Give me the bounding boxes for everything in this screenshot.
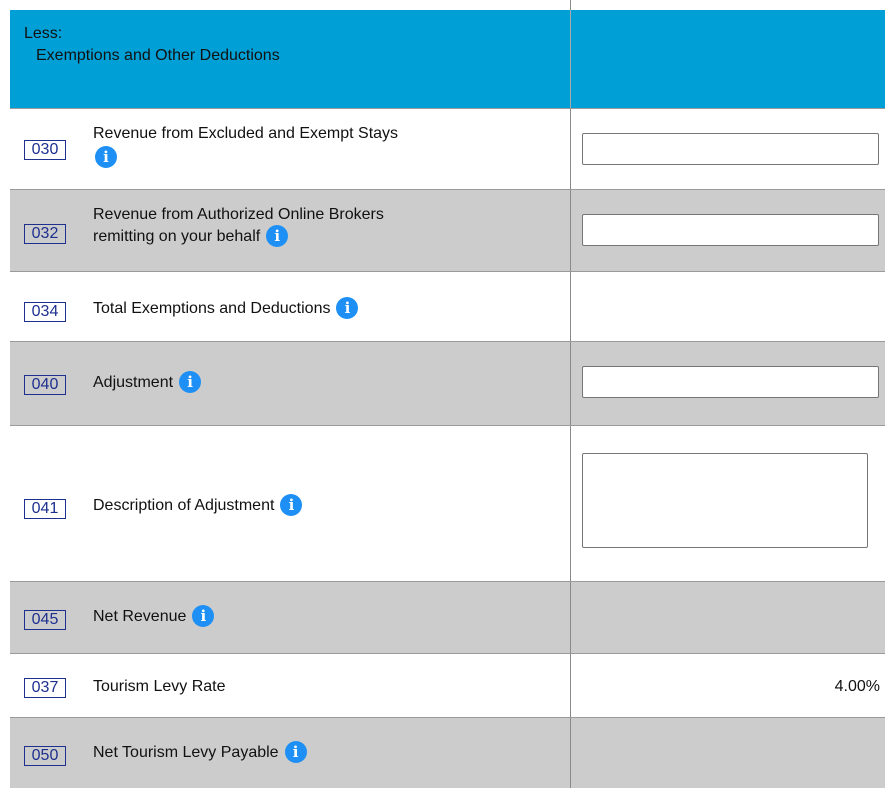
section-header: Less: Exemptions and Other Deductions [10,10,885,108]
online-brokers-revenue-input[interactable] [582,214,879,246]
column-divider [570,272,571,341]
line-code: 032 [24,224,66,244]
row-041: 041 Description of Adjustment i [10,425,885,581]
tourism-levy-rate-value: 4.00% [834,678,880,695]
row-label: Adjustment i [93,371,202,394]
column-divider [570,582,571,653]
row-label-text: Net Tourism Levy Payable [93,744,279,762]
row-label-line1: Revenue from Authorized Online Brokers [93,206,384,223]
info-icon[interactable]: i [336,297,359,319]
section-header-line2: Exemptions and Other Deductions [36,47,280,64]
row-label-text: Tourism Levy Rate [93,678,226,695]
row-045: 045 Net Revenue i [10,581,885,653]
row-label-text: Description of Adjustment [93,497,275,515]
info-icon[interactable]: i [179,371,202,393]
row-label: Revenue from Authorized Online Brokers r… [93,204,384,248]
column-divider [570,10,571,108]
row-label-text: Adjustment [93,374,174,392]
row-label: Revenue from Excluded and Exempt Stays i [93,123,398,169]
row-030: 030 Revenue from Excluded and Exempt Sta… [10,108,885,189]
info-icon[interactable]: i [280,494,303,516]
column-divider [570,109,571,189]
line-code: 050 [24,746,66,766]
line-code: 030 [24,140,66,160]
row-037: 037 Tourism Levy Rate 4.00% [10,653,885,717]
column-divider [570,718,571,788]
excluded-exempt-revenue-input[interactable] [582,133,879,165]
info-icon[interactable]: i [192,605,215,627]
line-code: 041 [24,499,66,519]
row-032: 032 Revenue from Authorized Online Broke… [10,189,885,271]
adjustment-input[interactable] [582,366,879,398]
row-label-text: Revenue from Excluded and Exempt Stays [93,125,399,142]
row-label: Description of Adjustment i [93,494,303,517]
row-label: Net Revenue i [93,605,215,628]
column-divider [570,342,571,425]
column-divider [570,190,571,271]
line-code: 040 [24,375,66,395]
row-label: Net Tourism Levy Payable i [93,741,307,764]
row-label: Tourism Levy Rate [93,676,226,698]
row-034: 034 Total Exemptions and Deductions i [10,271,885,341]
row-label-text: Net Revenue [93,608,187,626]
section-header-text: Less: Exemptions and Other Deductions [24,23,280,67]
column-divider [570,654,571,717]
row-040: 040 Adjustment i [10,341,885,425]
adjustment-description-textarea[interactable] [582,453,868,548]
row-label-line2: remitting on your behalf [93,228,261,246]
row-label: Total Exemptions and Deductions i [93,297,359,320]
line-code: 037 [24,678,66,698]
column-divider-top [570,0,571,10]
section-header-line1: Less: [24,25,63,42]
deductions-form-table: Less: Exemptions and Other Deductions 03… [10,10,885,788]
info-icon[interactable]: i [284,741,307,763]
row-050: 050 Net Tourism Levy Payable i [10,717,885,788]
column-divider [570,426,571,581]
line-code: 045 [24,610,66,630]
line-code: 034 [24,302,66,322]
info-icon[interactable]: i [95,146,117,168]
row-label-text: Total Exemptions and Deductions [93,300,331,318]
info-icon[interactable]: i [266,225,289,247]
